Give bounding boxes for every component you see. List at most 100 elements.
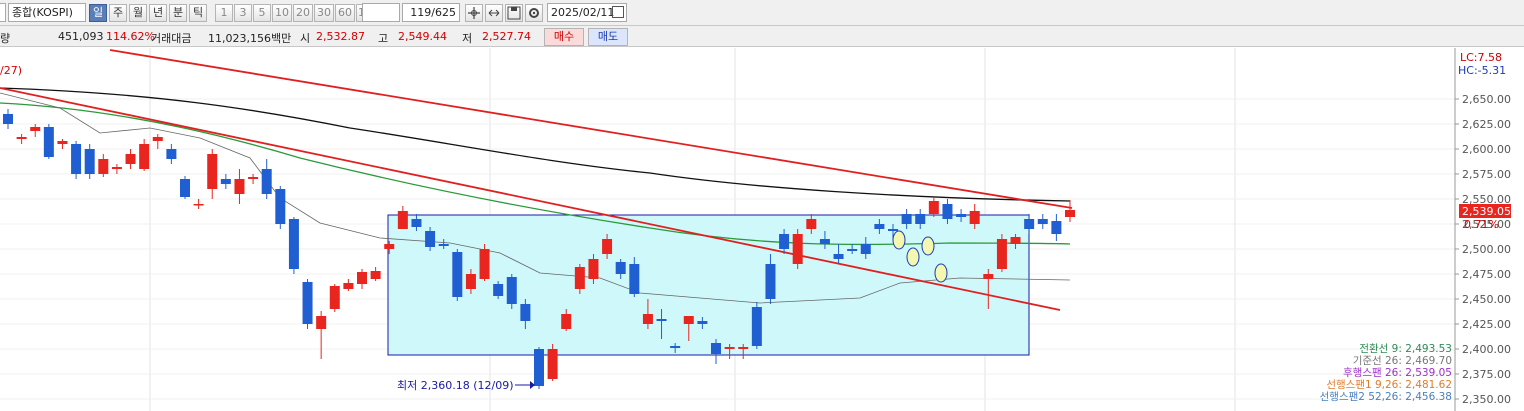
axis-tick-label: 2,625.00	[1462, 118, 1511, 131]
candle-body	[71, 144, 82, 174]
min-label: 최저 2,360.18 (12/09)	[397, 379, 514, 392]
low-value: 2,527.74	[482, 30, 531, 43]
candle-body	[98, 159, 109, 174]
period-button[interactable]: 분	[169, 4, 187, 22]
marker-ellipse	[921, 236, 935, 256]
candle-body	[357, 272, 367, 284]
interval-button[interactable]: 20	[293, 4, 313, 22]
candle-body	[765, 264, 776, 299]
interval-button[interactable]: 3	[234, 4, 252, 22]
volume-value: 451,093	[58, 30, 104, 43]
crosshair-icon[interactable]	[465, 4, 483, 22]
period-button[interactable]: 주	[109, 4, 127, 22]
marker-ellipse	[934, 263, 948, 283]
quote-info-bar: 량 451,093 114.62% 거래대금 11,023,156백만 시 2,…	[0, 26, 1524, 47]
candle-body	[670, 346, 681, 348]
volume-rate: 114.62%	[106, 30, 155, 43]
gear-icon[interactable]	[525, 4, 543, 22]
calendar-icon[interactable]	[612, 6, 624, 18]
interval-button[interactable]: 10	[272, 4, 292, 22]
candle-body	[656, 319, 667, 321]
period-input[interactable]	[362, 3, 400, 22]
save-icon[interactable]	[505, 4, 523, 22]
buy-label: 매수	[553, 30, 575, 43]
count-label: 119/625	[410, 6, 456, 19]
candle-body	[683, 316, 694, 324]
candle-body	[30, 127, 41, 131]
period-button[interactable]: 틱	[189, 4, 207, 22]
price-tag-label: 2,539.05	[1462, 205, 1511, 218]
period-button[interactable]: 일	[89, 4, 107, 22]
count-field[interactable]: 119/625	[402, 3, 460, 22]
axis-tick-label: 2,375.00	[1462, 368, 1511, 381]
candle-body	[860, 244, 871, 254]
interval-button[interactable]: 5	[253, 4, 271, 22]
candle-body	[125, 154, 136, 164]
candle-body	[588, 259, 599, 279]
candle-body	[57, 141, 68, 144]
sell-button[interactable]: 매도	[588, 28, 628, 46]
candle-body	[928, 201, 939, 214]
axis-tick-label: 2,575.00	[1462, 168, 1511, 181]
legend-entry: 전환선 9: 2,493.53	[1359, 343, 1452, 355]
candle-body	[792, 234, 803, 264]
candle-body	[438, 244, 449, 246]
legend-entry: 후행스팬 26: 2,539.05	[1343, 367, 1452, 379]
candle-body	[220, 179, 231, 184]
candle-body	[915, 214, 926, 224]
candle-body	[711, 343, 721, 354]
trend-line-upper	[109, 49, 1073, 209]
candle-body	[288, 219, 299, 269]
marker-ellipse	[892, 230, 906, 250]
candle-body	[901, 214, 912, 224]
candle-body	[152, 137, 163, 141]
high-value: 2,549.44	[398, 30, 447, 43]
candle-body	[534, 349, 544, 386]
period-button[interactable]: 월	[129, 4, 147, 22]
candle-body	[139, 144, 150, 169]
candle-body	[547, 349, 558, 379]
legend-entry: 선행스팬2 52,26: 2,456.38	[1320, 391, 1452, 403]
axis-tick-label: 2,425.00	[1462, 318, 1511, 331]
candle-body	[193, 204, 204, 206]
split-arrows-icon[interactable]	[485, 4, 503, 22]
candle-body	[751, 307, 762, 346]
candle-body	[302, 282, 313, 324]
interval-button[interactable]: 1	[215, 4, 233, 22]
candle-body	[384, 244, 395, 249]
candle-body	[520, 304, 531, 321]
candle-body	[234, 179, 245, 194]
candle-body	[84, 149, 95, 174]
candle-body	[493, 284, 504, 296]
market-selector[interactable]: 종합(KOSPI)	[8, 3, 86, 22]
candle-body	[3, 114, 13, 124]
interval-button[interactable]: 30	[314, 4, 334, 22]
buy-button[interactable]: 매수	[544, 28, 584, 46]
candle-body	[561, 314, 572, 329]
candle-body	[261, 169, 272, 194]
market-label: 종합(KOSPI)	[12, 6, 73, 19]
candle-body	[411, 219, 422, 227]
period-button[interactable]: 년	[149, 4, 167, 22]
date-field[interactable]: 2025/02/11	[547, 3, 627, 22]
candle-body	[397, 211, 408, 229]
candle-body	[602, 239, 613, 254]
candle-body	[738, 347, 749, 349]
market-prefix-box	[0, 3, 6, 22]
candle-body	[275, 189, 286, 224]
candle-body	[697, 321, 708, 324]
date-label: 2025/02/11	[551, 6, 615, 19]
candle-body	[629, 264, 640, 294]
axis-tick-label: 2,600.00	[1462, 143, 1511, 156]
candle-body	[207, 154, 218, 189]
candle-body	[329, 286, 340, 309]
hc-label: HC:-5.31	[1458, 64, 1506, 77]
chart-toolbar: 종합(KOSPI) 일주월년분틱13510203060120 119/625 2…	[0, 0, 1524, 26]
candle-body	[847, 249, 858, 251]
interval-button[interactable]: 60	[335, 4, 355, 22]
low-label: 저	[462, 32, 473, 45]
candle-body	[779, 234, 790, 249]
price-chart[interactable]: 2,650.002,625.002,600.002,575.002,550.00…	[0, 48, 1524, 411]
candle-body	[983, 274, 994, 279]
legend-entry: 기준선 26: 2,469.70	[1353, 355, 1452, 367]
